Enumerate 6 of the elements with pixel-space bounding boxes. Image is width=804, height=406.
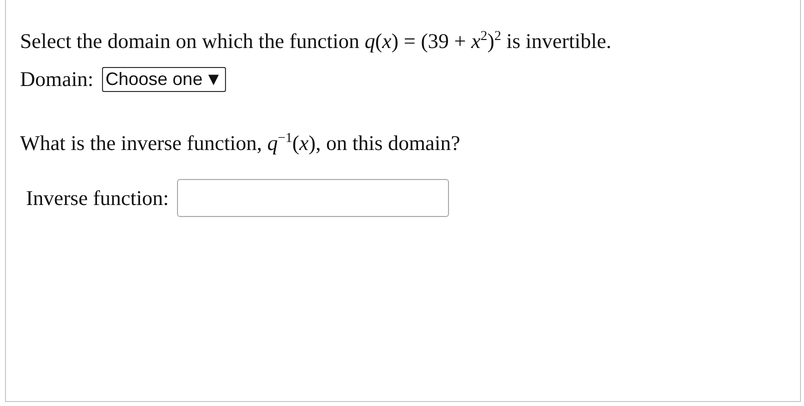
inverse-function-label: Inverse function: — [26, 186, 169, 210]
question-text: Select the domain on which the function q(x) = (39 + x$^{2}$)$^{2}$ is invertible. — [20, 27, 612, 55]
domain-label: Domain: — [20, 67, 94, 92]
inverse-function-field[interactable] — [176, 179, 449, 217]
question-text: What is the inverse function, q$^{−1}$(x), on this domain? — [20, 129, 462, 157]
domain-dropdown[interactable]: Choose one▼ — [102, 67, 226, 92]
